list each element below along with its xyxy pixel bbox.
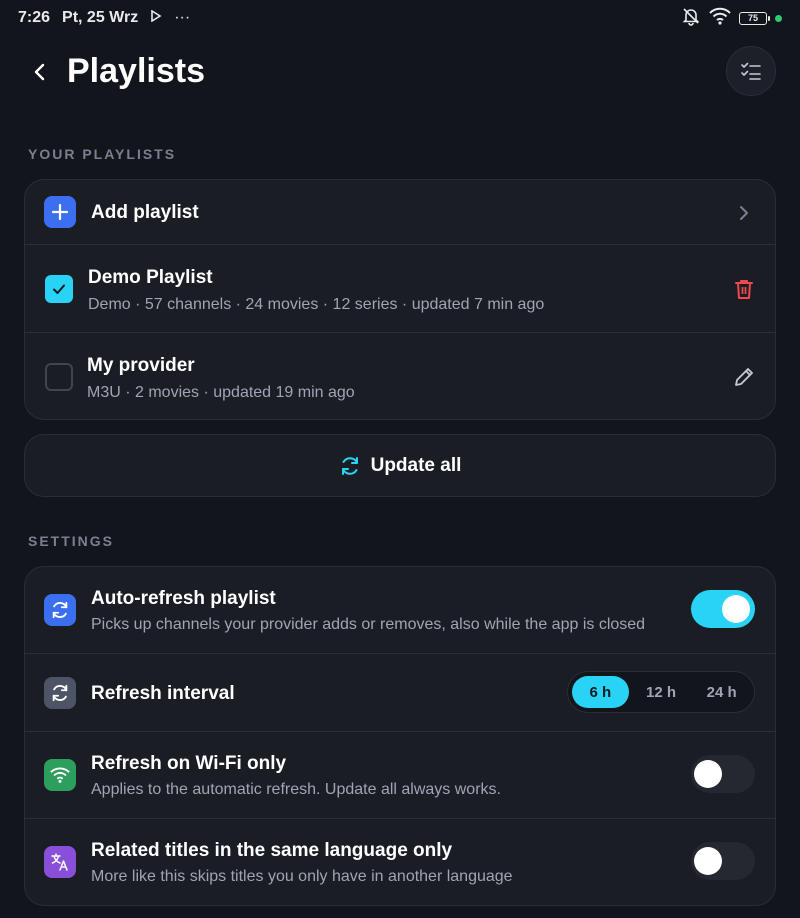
same-language-toggle[interactable]: [691, 842, 755, 880]
toggle-knob: [722, 595, 750, 623]
add-playlist-row[interactable]: Add playlist: [25, 180, 775, 245]
wifi-icon: [44, 759, 76, 791]
section-label-settings: SETTINGS: [28, 533, 115, 549]
wifi-icon: [709, 7, 731, 30]
auto-refresh-icon: [44, 594, 76, 626]
playlist-meta: M3U · 2 movies · updated 19 min ago: [87, 384, 355, 401]
playlist-row-my-provider[interactable]: My provider M3U · 2 movies · updated 19 …: [25, 333, 775, 419]
auto-refresh-row: Auto-refresh playlist Picks up channels …: [25, 567, 775, 654]
page-title: Playlists: [67, 52, 205, 90]
battery-level: 75: [747, 13, 758, 23]
playlists-card: Add playlist Demo Playlist Demo · 57 cha…: [24, 179, 776, 420]
more-notifications: ···: [174, 9, 191, 26]
play-store-icon: [150, 9, 162, 27]
refresh-interval-selector: 6 h 12 h 24 h: [567, 671, 755, 713]
interval-refresh-icon: [44, 677, 76, 709]
auto-refresh-subtitle: Picks up channels your provider adds or …: [91, 616, 646, 633]
bell-off-icon: [681, 6, 701, 31]
settings-card: Auto-refresh playlist Picks up channels …: [24, 566, 776, 906]
battery-icon: 75: [739, 11, 770, 25]
delete-playlist-button[interactable]: [731, 276, 757, 302]
status-date: Pt, 25 Wrz: [62, 9, 139, 26]
toggle-knob: [694, 847, 722, 875]
playlist-checkbox-demo[interactable]: [45, 275, 73, 303]
toggle-knob: [694, 760, 722, 788]
select-playlists-button[interactable]: [726, 46, 776, 96]
wifi-only-subtitle: Applies to the automatic refresh. Update…: [91, 781, 501, 798]
chevron-left-icon: [34, 63, 45, 81]
trash-icon: [735, 280, 753, 299]
interval-option-6h[interactable]: 6 h: [572, 676, 629, 708]
section-label-playlists: YOUR PLAYLISTS: [28, 146, 177, 162]
interval-option-12h[interactable]: 12 h: [633, 676, 690, 708]
playlist-name: My provider: [87, 355, 195, 376]
playlist-checkbox-my-provider[interactable]: [45, 363, 73, 391]
status-bar: 7:26 Pt, 25 Wrz ··· 75: [0, 0, 800, 36]
playlist-name: Demo Playlist: [88, 267, 213, 288]
refresh-interval-row: Refresh interval 6 h 12 h 24 h: [25, 654, 775, 732]
refresh-interval-title: Refresh interval: [91, 683, 235, 704]
back-button[interactable]: [26, 58, 54, 86]
privacy-dot: [775, 14, 782, 22]
edit-playlist-button[interactable]: [731, 364, 757, 390]
refresh-icon: [341, 456, 358, 475]
check-icon: [53, 284, 65, 294]
pencil-icon: [735, 368, 753, 386]
update-all-button[interactable]: Update all: [24, 434, 776, 497]
same-language-subtitle: More like this skips titles you only hav…: [91, 868, 513, 885]
checklist-icon: [741, 62, 761, 80]
playlist-meta: Demo · 57 channels · 24 movies · 12 seri…: [88, 296, 545, 313]
plus-icon: [44, 196, 76, 228]
translate-icon: [44, 846, 76, 878]
wifi-only-title: Refresh on Wi-Fi only: [91, 753, 287, 774]
add-playlist-label: Add playlist: [91, 202, 199, 223]
auto-refresh-toggle[interactable]: [691, 590, 755, 628]
playlist-row-demo[interactable]: Demo Playlist Demo · 57 channels · 24 mo…: [25, 245, 775, 333]
auto-refresh-title: Auto-refresh playlist: [91, 588, 276, 609]
same-language-row: Related titles in the same language only…: [25, 819, 775, 905]
wifi-only-toggle[interactable]: [691, 755, 755, 793]
update-all-label: Update all: [370, 454, 462, 476]
interval-option-24h[interactable]: 24 h: [693, 676, 750, 708]
app-header: Playlists: [0, 44, 800, 104]
chevron-right-icon: [731, 200, 757, 226]
status-time: 7:26: [18, 9, 51, 26]
wifi-only-row: Refresh on Wi-Fi only Applies to the aut…: [25, 732, 775, 819]
same-language-title: Related titles in the same language only: [91, 840, 453, 861]
